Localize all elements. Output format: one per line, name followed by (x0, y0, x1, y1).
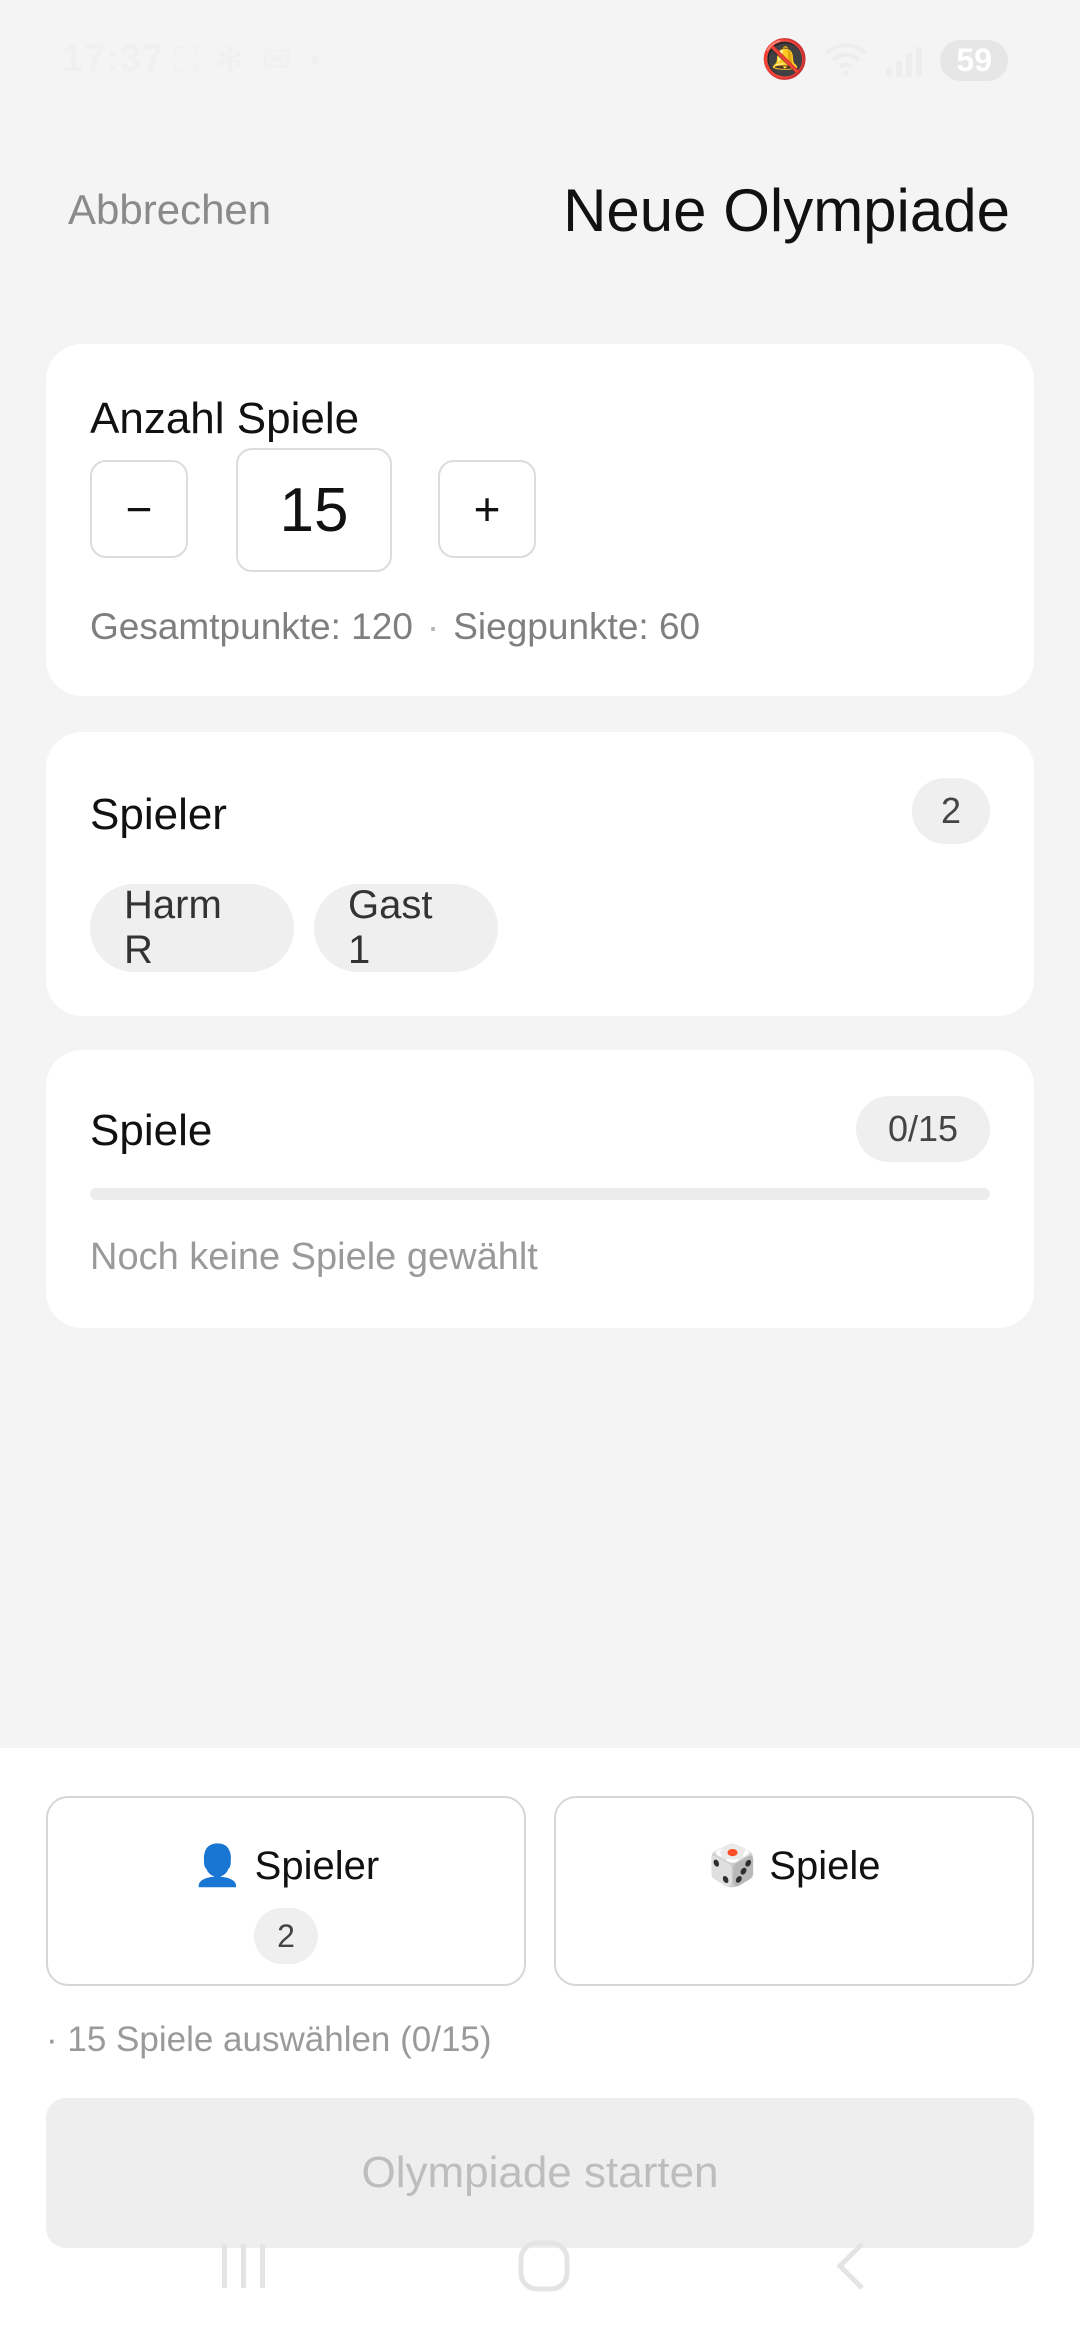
screenshot-icon: ⛶ (174, 40, 198, 79)
game-count-card: Anzahl Spiele − 15 + Gesamtpunkte: 120 · S… (46, 344, 1034, 696)
mute-icon: 🔕 (761, 39, 809, 81)
status-right-icons: 🔕 59 (761, 38, 1008, 82)
page-title: Neue Olympiade (563, 177, 1010, 244)
players-card: Spieler 2 Harm R Gast 1 (46, 732, 1034, 1016)
points-summary: Gesamtpunkte: 120 · Siegpunkte: 60 (90, 606, 700, 648)
dice-icon: 🎲 (707, 1844, 758, 1888)
decrement-button[interactable]: − (90, 460, 188, 558)
select-games-text: Spiele (769, 1844, 881, 1888)
win-points: Siegpunkte: 60 (453, 606, 701, 647)
select-games-button[interactable]: 🎲 Spiele (554, 1796, 1034, 1986)
home-icon[interactable] (516, 2238, 572, 2294)
games-heading: Spiele (90, 1106, 213, 1155)
players-heading: Spieler (90, 790, 227, 839)
mail-icon: ✉ (262, 41, 291, 79)
status-bar: 17:37 ⛶ ✻ ✉ ● 🔕 59 (0, 0, 1080, 120)
screen: 17:37 ⛶ ✻ ✉ ● 🔕 59 Abbrechen Neue Olympi… (0, 0, 1080, 2340)
player-chip[interactable]: Gast 1 (314, 883, 498, 972)
start-olympiad-button[interactable]: Olympiade starten (46, 2098, 1034, 2248)
select-players-text: Spieler (254, 1844, 380, 1888)
cancel-button[interactable]: Abbrechen (68, 186, 271, 234)
person-icon: 👤 (192, 1844, 243, 1888)
games-card: Spiele 0/15 Noch keine Spiele gewählt (46, 1050, 1034, 1328)
battery-indicator: 59 (940, 39, 1008, 81)
select-players-count-badge: 2 (254, 1908, 318, 1964)
games-progress-bar (90, 1188, 990, 1200)
pinwheel-icon: ✻ (215, 41, 245, 79)
recents-icon[interactable] (216, 2238, 272, 2294)
player-chip[interactable]: Harm R (90, 883, 294, 972)
separator-dot: · (426, 606, 440, 647)
signal-icon (886, 47, 923, 77)
game-count-heading: Anzahl Spiele (90, 394, 360, 443)
dot-icon: ● (308, 48, 321, 71)
total-points: Gesamtpunkte: 120 (90, 606, 413, 647)
wifi-icon (825, 43, 868, 76)
games-count-badge: 0/15 (856, 1096, 990, 1162)
back-icon[interactable] (826, 2238, 882, 2294)
select-players-label: 👤 Spieler (48, 1842, 524, 1889)
select-games-label: 🎲 Spiele (556, 1842, 1032, 1889)
status-left-icons: ⛶ ✻ ✉ ● (174, 40, 321, 80)
status-time: 17:37 (62, 38, 165, 80)
players-count-badge: 2 (912, 778, 990, 844)
game-count-value[interactable]: 15 (236, 448, 392, 572)
increment-button[interactable]: + (438, 460, 536, 558)
select-players-button[interactable]: 👤 Spieler 2 (46, 1796, 526, 1986)
selection-hint: · 15 Spiele auswählen (0/15) (46, 2020, 492, 2059)
games-empty-text: Noch keine Spiele gewählt (90, 1236, 538, 1278)
navigation-bar (0, 2230, 1080, 2340)
